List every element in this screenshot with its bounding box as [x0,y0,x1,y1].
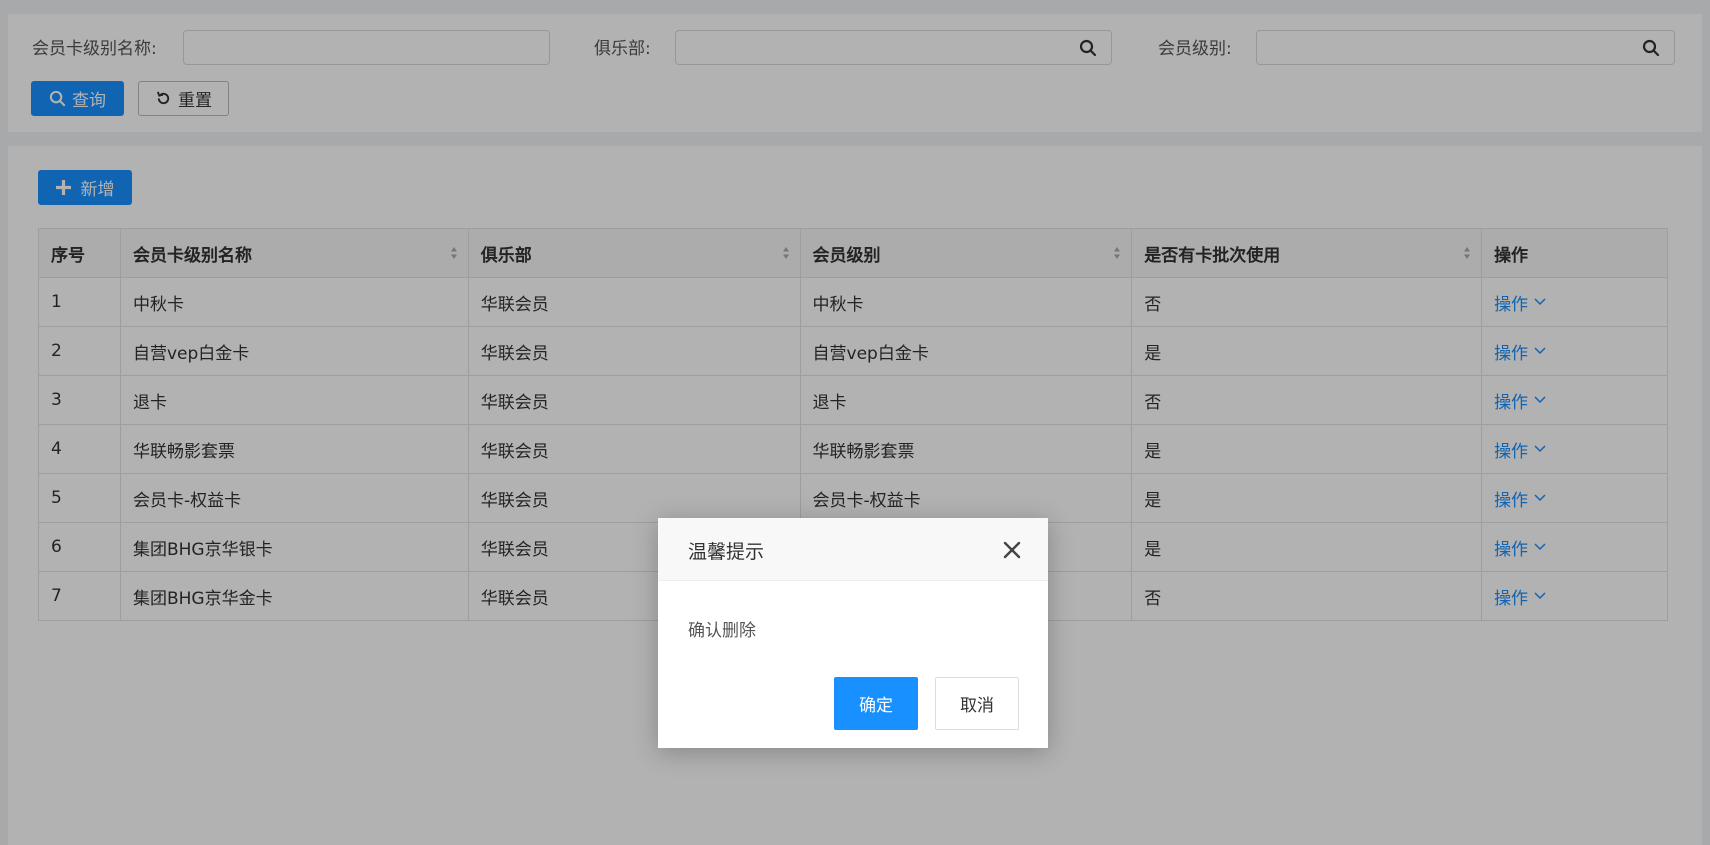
dialog-title: 温馨提示 [688,541,765,563]
dialog-header: 温馨提示 [658,518,1048,581]
close-icon[interactable] [1002,540,1022,560]
cancel-button[interactable]: 取消 [935,677,1019,730]
confirm-button[interactable]: 确定 [834,677,918,730]
dialog-message: 确认删除 [688,621,756,641]
confirm-dialog: 温馨提示 确认删除 确定 取消 [658,518,1048,748]
